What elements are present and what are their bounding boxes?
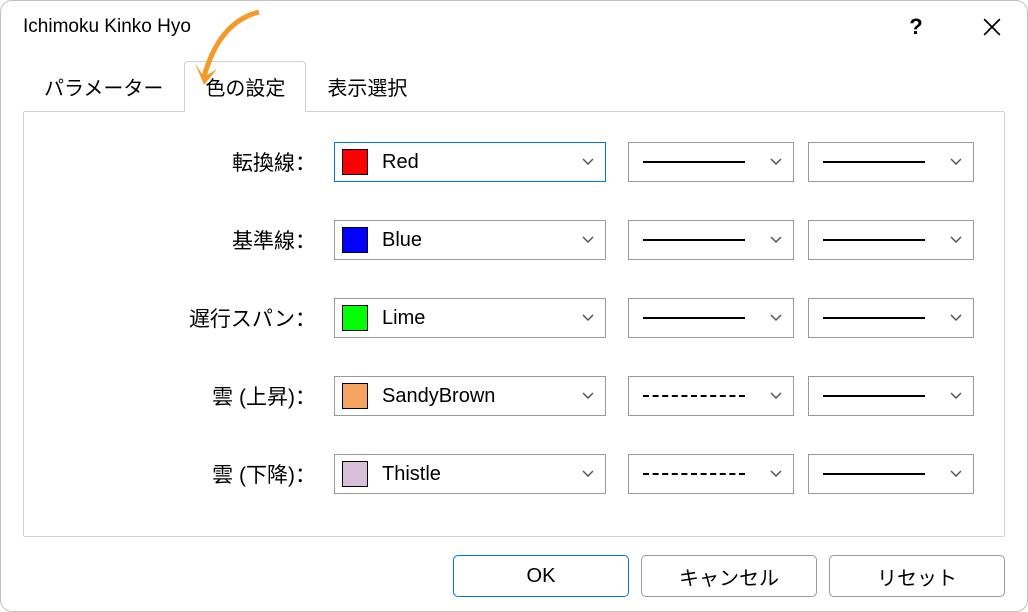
chevron-down-icon <box>759 155 793 169</box>
chevron-down-icon <box>571 233 605 247</box>
tab-display[interactable]: 表示選択 <box>306 61 428 112</box>
chevron-down-icon <box>939 467 973 481</box>
line-width-preview <box>809 161 939 163</box>
row-label: 遅行スパン： <box>54 303 334 333</box>
color-name: Lime <box>382 307 571 330</box>
line-width-select[interactable] <box>808 298 974 338</box>
row-label: 雲 (下降)： <box>54 459 334 489</box>
color-swatch <box>342 461 368 487</box>
chevron-down-icon <box>939 389 973 403</box>
color-select[interactable]: Thistle <box>334 454 606 494</box>
titlebar-controls: ? <box>893 7 1015 47</box>
color-row: 雲 (下降)： Thistle <box>54 454 974 494</box>
color-select[interactable]: Blue <box>334 220 606 260</box>
chevron-down-icon <box>939 155 973 169</box>
chevron-down-icon <box>571 389 605 403</box>
line-width-select[interactable] <box>808 376 974 416</box>
help-icon[interactable]: ? <box>893 7 939 47</box>
line-style-select[interactable] <box>628 298 794 338</box>
line-style-select[interactable] <box>628 454 794 494</box>
chevron-down-icon <box>571 155 605 169</box>
chevron-down-icon <box>759 311 793 325</box>
cancel-button[interactable]: キャンセル <box>641 555 817 597</box>
ok-button[interactable]: OK <box>453 555 629 597</box>
close-icon[interactable] <box>969 7 1015 47</box>
line-style-preview <box>629 161 759 163</box>
color-swatch <box>342 305 368 331</box>
tab-parameters[interactable]: パラメーター <box>23 61 184 112</box>
color-row: 遅行スパン： Lime <box>54 298 974 338</box>
line-width-preview <box>809 317 939 319</box>
color-select[interactable]: Lime <box>334 298 606 338</box>
color-row: 雲 (上昇)： SandyBrown <box>54 376 974 416</box>
line-style-select[interactable] <box>628 220 794 260</box>
dialog-window: Ichimoku Kinko Hyo ? パラメーター 色の設定 表示選択 転換… <box>0 0 1028 612</box>
chevron-down-icon <box>759 389 793 403</box>
titlebar: Ichimoku Kinko Hyo ? <box>1 1 1027 53</box>
color-name: Red <box>382 151 571 174</box>
chevron-down-icon <box>759 233 793 247</box>
line-style-select[interactable] <box>628 142 794 182</box>
chevron-down-icon <box>939 233 973 247</box>
color-name: Thistle <box>382 463 571 486</box>
line-style-preview <box>629 239 759 241</box>
color-swatch <box>342 149 368 175</box>
color-swatch <box>342 227 368 253</box>
chevron-down-icon <box>571 467 605 481</box>
line-style-preview <box>629 473 759 475</box>
line-width-preview <box>809 395 939 397</box>
line-style-preview <box>629 395 759 397</box>
line-style-preview <box>629 317 759 319</box>
dialog-buttons: OK キャンセル リセット <box>1 537 1027 597</box>
color-row: 基準線： Blue <box>54 220 974 260</box>
tab-colors[interactable]: 色の設定 <box>184 61 306 112</box>
chevron-down-icon <box>571 311 605 325</box>
window-title: Ichimoku Kinko Hyo <box>23 16 893 38</box>
color-select[interactable]: SandyBrown <box>334 376 606 416</box>
row-label: 雲 (上昇)： <box>54 381 334 411</box>
row-label: 転換線： <box>54 147 334 177</box>
color-swatch <box>342 383 368 409</box>
line-width-preview <box>809 239 939 241</box>
tab-panel-colors: 転換線： Red 基準線： Blue 遅行スパン： Lime 雲 (上昇)： SandyBro… <box>23 111 1005 537</box>
line-width-select[interactable] <box>808 142 974 182</box>
tabs: パラメーター 色の設定 表示選択 <box>1 61 1027 112</box>
line-style-select[interactable] <box>628 376 794 416</box>
line-width-preview <box>809 473 939 475</box>
chevron-down-icon <box>939 311 973 325</box>
color-row: 転換線： Red <box>54 142 974 182</box>
line-width-select[interactable] <box>808 220 974 260</box>
line-width-select[interactable] <box>808 454 974 494</box>
row-label: 基準線： <box>54 225 334 255</box>
color-select[interactable]: Red <box>334 142 606 182</box>
color-name: SandyBrown <box>382 385 571 408</box>
reset-button[interactable]: リセット <box>829 555 1005 597</box>
color-name: Blue <box>382 229 571 252</box>
chevron-down-icon <box>759 467 793 481</box>
